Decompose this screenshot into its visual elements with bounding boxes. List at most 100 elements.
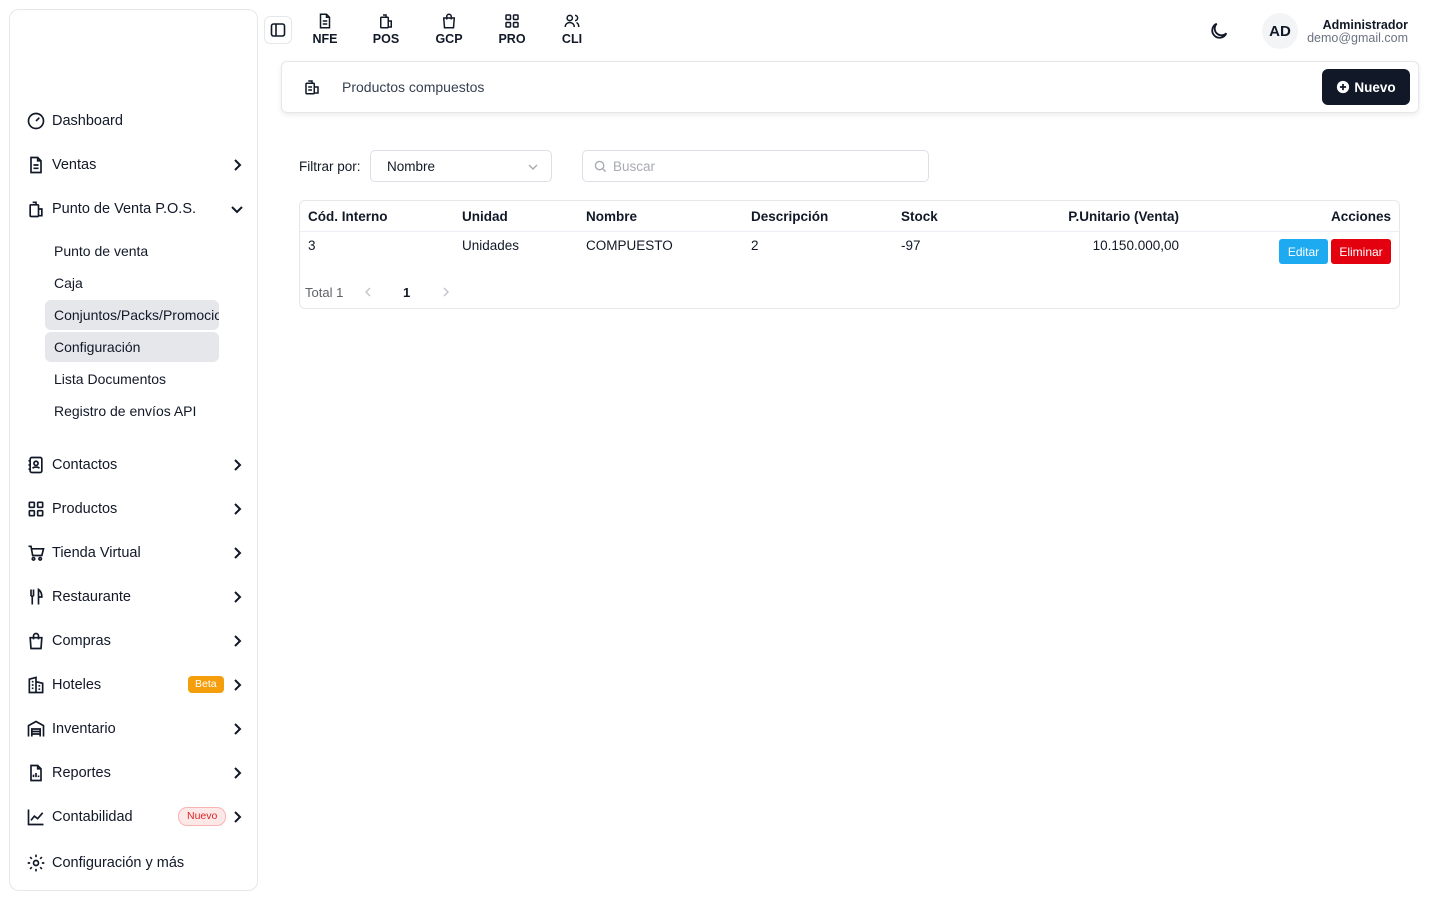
sidebar-item-reportes[interactable]: Reportes <box>10 755 257 791</box>
avatar[interactable]: AD <box>1262 13 1298 49</box>
cell-code: 3 <box>308 238 316 253</box>
cell-description: 2 <box>751 238 759 253</box>
sidebar-item-contactos[interactable]: Contactos <box>10 447 257 483</box>
sidebar-item-label: Tienda Virtual <box>52 545 141 561</box>
sidebar-item-contabilidad[interactable]: Contabilidad Nuevo <box>10 799 257 835</box>
new-button-label: Nuevo <box>1354 79 1396 95</box>
cell-price: 10.150.000,00 <box>1092 238 1179 253</box>
sidebar-item-label: Contabilidad <box>52 809 133 825</box>
sidebar-item-tienda-virtual[interactable]: Tienda Virtual <box>10 535 257 571</box>
page-title: Productos compuestos <box>342 79 485 95</box>
products-table: Cód. Interno Unidad Nombre Descripción S… <box>299 200 1400 309</box>
gear-icon <box>27 854 45 872</box>
edit-button[interactable]: Editar <box>1279 239 1328 264</box>
chevron-down-icon <box>528 164 538 170</box>
column-header-unit: Unidad <box>462 209 508 224</box>
new-button[interactable]: Nuevo <box>1322 69 1410 105</box>
pagination-total: Total 1 <box>305 285 344 300</box>
header-divider <box>300 231 1399 232</box>
chevron-right-icon <box>234 503 242 515</box>
column-header-actions: Acciones <box>1330 209 1391 224</box>
sidebar-toggle-button[interactable] <box>264 16 292 44</box>
topbar-link-label: NFE <box>312 32 338 46</box>
sidebar-item-inventario[interactable]: Inventario <box>10 711 257 747</box>
building-icon <box>28 676 44 694</box>
warehouse-icon <box>27 720 45 737</box>
search-box <box>582 150 929 182</box>
sidebar-item-restaurante[interactable]: Restaurante <box>10 579 257 615</box>
plus-circle-icon <box>1337 80 1350 94</box>
gauge-icon <box>27 112 45 130</box>
chevron-right-icon <box>234 811 242 823</box>
filter-label: Filtrar por: <box>299 159 361 174</box>
topbar-link-cli[interactable]: CLI <box>550 12 594 46</box>
pagination-page[interactable]: 1 <box>403 285 410 300</box>
topbar-link-nfe[interactable]: NFE <box>303 12 347 46</box>
chevron-right-icon <box>234 767 242 779</box>
file-text-icon <box>30 156 42 174</box>
submenu-item-caja[interactable]: Caja <box>45 268 219 298</box>
submenu-item-lista-documentos[interactable]: Lista Documentos <box>45 364 219 394</box>
filter-select[interactable]: Nombre <box>370 150 552 182</box>
column-header-description: Descripción <box>751 209 829 224</box>
receipt-icon <box>305 80 319 95</box>
topbar-link-label: CLI <box>561 32 583 46</box>
chevron-right-icon <box>234 723 242 735</box>
filter-select-value: Nombre <box>387 158 436 174</box>
sidebar-item-label: Configuración y más <box>52 855 185 871</box>
topbar-link-gcp[interactable]: GCP <box>427 12 471 46</box>
moon-icon[interactable] <box>1208 20 1230 42</box>
sidebar-item-label: Dashboard <box>52 113 123 129</box>
column-header-name: Nombre <box>586 209 638 224</box>
beta-badge: Beta <box>188 676 224 693</box>
sidebar-item-label: Punto de Venta P.O.S. <box>52 201 197 217</box>
topbar-link-label: GCP <box>435 32 463 46</box>
topbar-link-pos[interactable]: POS <box>364 12 408 46</box>
cell-unit: Unidades <box>462 238 520 253</box>
sidebar-item-ventas[interactable]: Ventas <box>10 147 257 183</box>
sidebar-item-label: Contactos <box>52 457 118 473</box>
sidebar-item-label: Hoteles <box>52 677 102 693</box>
sidebar-item-compras[interactable]: Compras <box>10 623 257 659</box>
file-text-icon <box>319 13 331 29</box>
shopping-bag-icon <box>442 13 456 29</box>
sidebar-item-productos[interactable]: Productos <box>10 491 257 527</box>
chevron-right-icon <box>234 635 242 647</box>
sidebar-item-configuracion-mas[interactable]: Configuración y más <box>10 845 257 881</box>
sidebar-item-label: Inventario <box>52 721 116 737</box>
grid-icon <box>28 501 44 517</box>
new-badge: Nuevo <box>178 807 227 826</box>
sidebar-item-label: Reportes <box>52 765 111 781</box>
chevron-left-icon[interactable] <box>362 285 374 299</box>
receipt-icon <box>29 201 43 218</box>
receipt-icon <box>380 14 392 29</box>
sidebar-item-pos[interactable]: Punto de Venta P.O.S. <box>10 191 257 227</box>
delete-button[interactable]: Eliminar <box>1331 239 1391 264</box>
chevron-right-icon[interactable] <box>440 285 452 299</box>
column-header-code: Cód. Interno <box>308 209 388 224</box>
contacts-icon <box>28 456 43 474</box>
utensils-icon <box>30 587 43 605</box>
topbar-link-label: POS <box>372 32 400 46</box>
grid-icon <box>505 14 519 28</box>
submenu-item-conjuntos[interactable]: Conjuntos/Packs/Promociones <box>45 300 219 330</box>
cart-icon <box>28 545 45 561</box>
chevron-right-icon <box>234 679 242 691</box>
chevron-right-icon <box>234 547 242 559</box>
sidebar-item-label: Ventas <box>52 157 97 173</box>
cell-stock: -97 <box>901 238 921 253</box>
submenu-item-registro-envios[interactable]: Registro de envíos API <box>45 396 219 426</box>
page-header: Productos compuestos <box>281 61 1419 113</box>
sidebar-item-dashboard[interactable]: Dashboard <box>10 103 257 139</box>
sidebar-item-hoteles[interactable]: Hoteles Beta <box>10 667 257 703</box>
submenu-item-punto-venta[interactable]: Punto de venta <box>45 236 219 266</box>
chevron-right-icon <box>234 591 242 603</box>
user-email: demo@gmail.com <box>1307 31 1408 45</box>
topbar-link-pro[interactable]: PRO <box>490 12 534 46</box>
users-icon <box>564 14 580 28</box>
submenu-item-configuracion[interactable]: Configuración <box>45 332 219 362</box>
sidebar: Dashboard Ventas Punto de Venta P.O.S. P… <box>9 9 258 891</box>
search-input[interactable] <box>613 151 913 181</box>
report-icon <box>30 764 42 782</box>
sidebar-item-label: Restaurante <box>52 589 131 605</box>
